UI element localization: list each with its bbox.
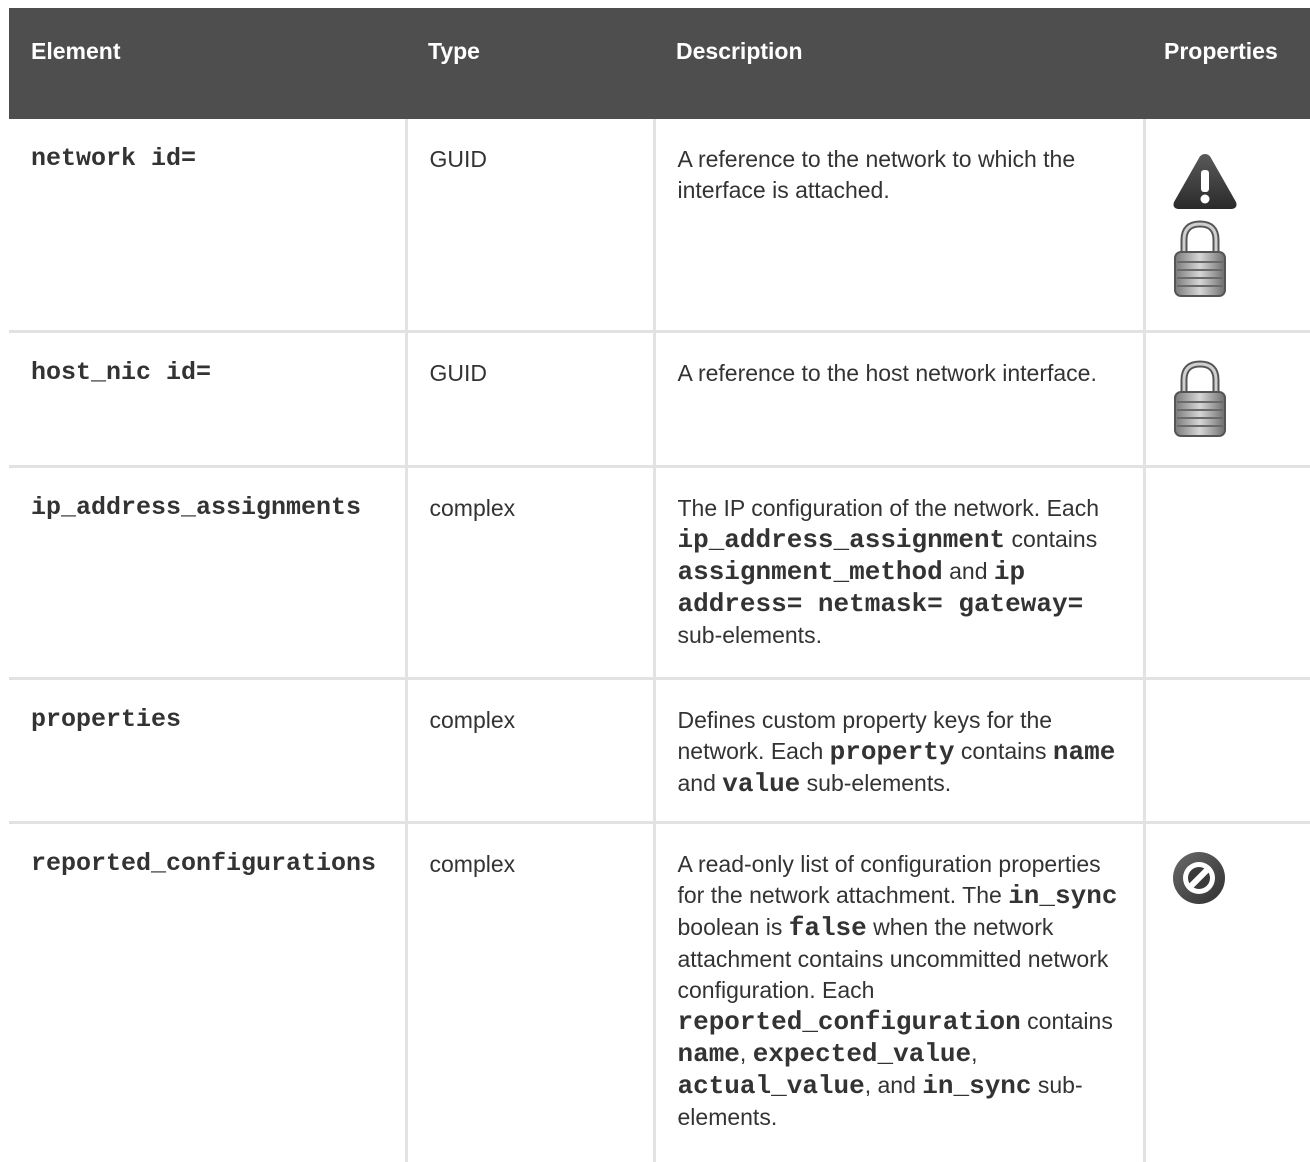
element-description: The IP configuration of the network. Eac… bbox=[652, 464, 1146, 680]
element-name: network id= bbox=[9, 119, 408, 333]
description-text: contains bbox=[1020, 1007, 1113, 1034]
header-type: Type bbox=[406, 8, 654, 119]
element-reference-table-container: Element Type Description Properties netw… bbox=[9, 8, 1310, 1162]
element-properties bbox=[1142, 464, 1310, 680]
table-row: network id= GUID A reference to the netw… bbox=[9, 119, 1310, 333]
header-element: Element bbox=[9, 8, 406, 119]
description-text: The IP configuration of the network. Eac… bbox=[677, 494, 1100, 521]
lock-icon bbox=[1173, 220, 1226, 297]
table-row: reported_configurations complex A read-o… bbox=[9, 820, 1310, 1162]
element-description: A reference to the host network interfac… bbox=[652, 329, 1146, 468]
code-term: name bbox=[1052, 736, 1116, 767]
warning-icon bbox=[1173, 154, 1236, 209]
element-description: A reference to the network to which the … bbox=[652, 119, 1146, 333]
description-text: and bbox=[677, 769, 723, 796]
element-properties bbox=[1142, 329, 1310, 468]
code-term: in_sync bbox=[1008, 880, 1118, 911]
element-name: reported_configurations bbox=[9, 820, 408, 1162]
description-text: boolean is bbox=[677, 913, 789, 940]
element-name: properties bbox=[9, 676, 408, 824]
element-name: host_nic id= bbox=[9, 329, 408, 468]
description-text: contains bbox=[1005, 525, 1098, 552]
element-name: ip_address_assignments bbox=[9, 464, 408, 680]
code-term: property bbox=[829, 736, 955, 767]
description-text: sub-elements. bbox=[677, 621, 822, 648]
code-term: value bbox=[722, 768, 801, 799]
element-reference-table: Element Type Description Properties netw… bbox=[9, 8, 1310, 1162]
element-type: complex bbox=[404, 676, 656, 824]
code-term: actual_value bbox=[677, 1070, 865, 1101]
description-text: , bbox=[971, 1039, 978, 1066]
description-text: contains bbox=[954, 737, 1053, 764]
element-description: A read-only list of configuration proper… bbox=[652, 820, 1146, 1162]
code-term: in_sync bbox=[922, 1070, 1032, 1101]
read-only-icon bbox=[1172, 851, 1225, 904]
lock-icon bbox=[1173, 359, 1226, 437]
header-properties: Properties bbox=[1144, 8, 1310, 119]
code-term: ip_address_assignment bbox=[677, 524, 1006, 555]
description-text: and bbox=[942, 557, 994, 584]
code-term: reported_configuration bbox=[677, 1006, 1021, 1037]
element-type: GUID bbox=[404, 329, 656, 468]
header-description: Description bbox=[654, 8, 1144, 119]
element-properties bbox=[1142, 820, 1310, 1162]
table-row: properties complex Defines custom proper… bbox=[9, 676, 1310, 824]
description-text: , bbox=[739, 1039, 753, 1066]
code-term: name bbox=[677, 1038, 740, 1069]
element-properties bbox=[1142, 676, 1310, 824]
description-text: , and bbox=[864, 1071, 923, 1098]
element-type: GUID bbox=[404, 119, 656, 333]
table-row: ip_address_assignments complex The IP co… bbox=[9, 464, 1310, 680]
code-term: false bbox=[788, 912, 867, 943]
element-properties bbox=[1142, 119, 1310, 333]
table-header-row: Element Type Description Properties bbox=[9, 8, 1310, 119]
element-type: complex bbox=[404, 820, 656, 1162]
element-description: Defines custom property keys for the net… bbox=[652, 676, 1146, 824]
element-type: complex bbox=[404, 464, 656, 680]
table-row: host_nic id= GUID A reference to the hos… bbox=[9, 329, 1310, 468]
description-text: sub-elements. bbox=[800, 769, 952, 796]
code-term: expected_value bbox=[752, 1038, 972, 1069]
code-term: assignment_method bbox=[677, 556, 943, 587]
